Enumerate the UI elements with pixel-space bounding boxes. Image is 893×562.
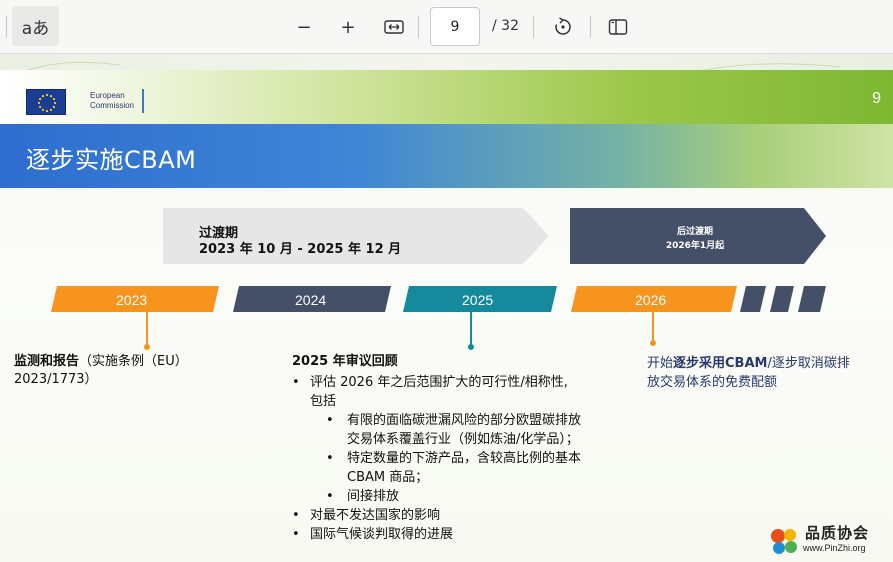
rotate-icon — [555, 17, 571, 35]
zoom-in-button[interactable]: + — [333, 12, 363, 42]
pdf-toolbar: aあ − + / 32 — [0, 0, 893, 54]
future-segment — [770, 286, 794, 312]
sub-item-text: 特定数量的下游产品，含较高比例的基本 — [347, 451, 582, 466]
regulation-number: 2023/1773） — [14, 372, 98, 387]
transition-period: 2023 年 10 月 - 2025 年 12 月 — [199, 242, 402, 257]
connector-dot — [468, 344, 474, 350]
read-aloud-button[interactable]: aあ — [12, 6, 59, 46]
fit-width-button[interactable] — [379, 12, 409, 42]
eu-stars — [37, 93, 57, 113]
slide-page: European Commission 9 逐步实施CBAM 过渡期 2023 … — [0, 70, 893, 562]
page-total-label: / 32 — [492, 18, 519, 34]
connector-dot — [144, 344, 150, 350]
logo-line-2: Commission — [90, 101, 135, 110]
review-heading-text: 2025 年审议回顾 — [292, 354, 398, 369]
phase-in-pre: 开始 — [647, 356, 674, 371]
regulation-ref: （实施条例（EU） — [79, 354, 188, 369]
sub-list-item: 有限的面临碳泄漏风险的部分欧盟碳排放 交易体系覆盖行业（例如炼油/化学品）； — [292, 411, 637, 449]
phase-in-bold: 逐步采用CBAM — [673, 356, 768, 371]
logo-line-1: European — [90, 91, 125, 100]
minus-icon: − — [296, 16, 312, 38]
phase-in-post: /逐步取消碳排 — [767, 356, 850, 371]
cbam-phase-in-text: 开始逐步采用CBAM/逐步取消碳排 放交易体系的免费配额 — [647, 354, 887, 392]
list-item: 评估 2026 年之后范围扩大的可行性/相称性, 包括 — [292, 373, 637, 411]
post-transition-label: 后过渡期 — [676, 227, 713, 237]
list-item: 对最不发达国家的影响 — [292, 506, 637, 525]
rotate-button[interactable] — [548, 12, 578, 42]
post-transition-date: 2026年1月起 — [665, 241, 725, 251]
slide-number: 9 — [872, 90, 881, 107]
logo-text: European Commission — [90, 91, 134, 111]
year-label-2026: 2026 — [635, 292, 667, 308]
toolbar-divider — [418, 16, 419, 38]
year-label-2023: 2023 — [116, 292, 148, 308]
sub-item-text: 交易体系覆盖行业（例如炼油/化学品）； — [347, 432, 579, 447]
sub-list-item: 特定数量的下游产品，含较高比例的基本 CBAM 商品； — [292, 449, 637, 487]
monitoring-bold: 监测和报告 — [14, 354, 80, 369]
sub-list-item: 间接排放 — [292, 487, 637, 506]
year-label-2024: 2024 — [295, 292, 327, 308]
watermark-url: www.PinZhi.org — [803, 543, 866, 553]
slide-title: 逐步实施CBAM — [26, 146, 197, 174]
sub-item-text: CBAM 商品； — [347, 470, 429, 485]
plus-icon: + — [340, 16, 356, 38]
title-band: 逐步实施CBAM — [0, 124, 893, 188]
sub-item-text: 有限的面临碳泄漏风险的部分欧盟碳排放 — [347, 413, 582, 428]
list-item-text: 包括 — [310, 394, 337, 409]
sub-item-text: 间接排放 — [347, 489, 400, 504]
list-item: 国际气候谈判取得的进展 — [292, 525, 637, 544]
toolbar-divider — [6, 16, 7, 38]
pinzhi-watermark: 品质协会 www.PinZhi.org — [767, 522, 887, 560]
connector-2026 — [652, 312, 654, 342]
future-segment — [798, 286, 826, 312]
read-aloud-icon: aあ — [21, 18, 50, 39]
zoom-out-button[interactable]: − — [289, 12, 319, 42]
phase-in-line2: 放交易体系的免费配额 — [647, 375, 778, 390]
year-label-2025: 2025 — [462, 292, 494, 308]
connector-dot — [650, 340, 656, 346]
page-view-button[interactable] — [603, 12, 633, 42]
toolbar-divider — [590, 16, 591, 38]
list-item-text: 对最不发达国家的影响 — [310, 508, 441, 523]
list-item-text: 评估 2026 年之后范围扩大的可行性/相称性, — [310, 375, 568, 390]
watermark-name: 品质协会 — [805, 524, 870, 542]
review-heading: 2025 年审议回顾 — [292, 353, 632, 371]
monitoring-reporting-text: 监测和报告（实施条例（EU） 2023/1773） — [14, 353, 244, 389]
page-view-icon — [608, 19, 628, 35]
logo-bar — [142, 89, 144, 113]
connector-2023 — [146, 312, 148, 346]
fit-width-icon — [384, 20, 404, 34]
review-list: 评估 2026 年之后范围扩大的可行性/相称性, 包括 有限的面临碳泄漏风险的部… — [292, 373, 637, 544]
page-number-input[interactable] — [430, 7, 480, 46]
european-commission-logo: European Commission — [26, 87, 146, 115]
toolbar-divider — [533, 16, 534, 38]
pinzhi-logo-icon — [771, 529, 797, 554]
future-segment — [740, 286, 766, 312]
connector-2025 — [470, 312, 472, 346]
list-item-text: 国际气候谈判取得的进展 — [310, 527, 454, 542]
eu-flag-icon — [26, 89, 66, 115]
